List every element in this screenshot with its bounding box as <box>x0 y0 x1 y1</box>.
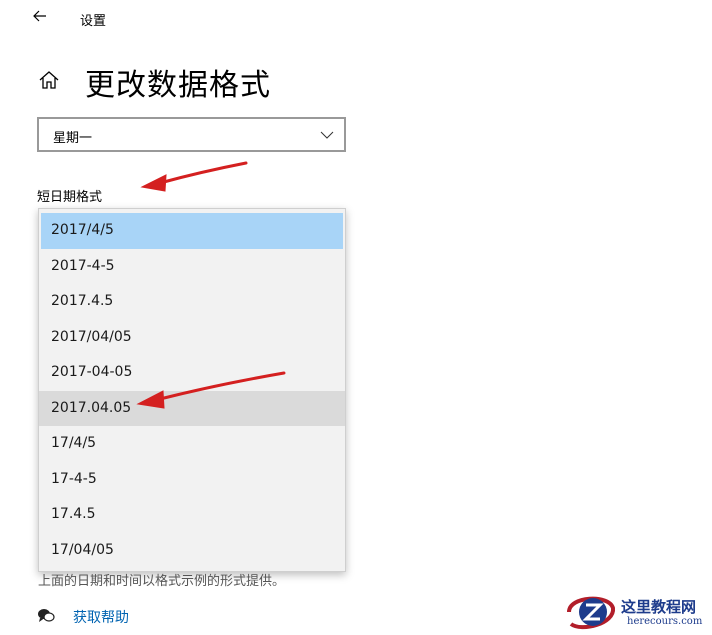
window-title: 设置 <box>80 14 107 29</box>
annotation-arrow-1 <box>158 161 248 185</box>
dropdown-option[interactable]: 2017.4.5 <box>39 284 345 320</box>
first-day-of-week-select[interactable]: 星期一 <box>37 117 346 152</box>
dropdown-option[interactable]: 17/04/05 <box>39 533 345 569</box>
site-watermark: 这里教程网 herecours.com <box>563 590 712 635</box>
short-date-dropdown-list[interactable]: 2017/4/5 2017-4-5 2017.4.5 2017/04/05 20… <box>38 208 346 572</box>
dropdown-option[interactable]: 2017/04/05 <box>39 320 345 356</box>
back-arrow-icon <box>33 10 46 22</box>
chat-help-icon <box>38 609 55 622</box>
get-help-link[interactable]: 获取帮助 <box>73 607 129 627</box>
watermark-logo-icon <box>567 596 615 630</box>
dropdown-option[interactable]: 2017-4-5 <box>39 249 345 285</box>
dropdown-option[interactable]: 2017-04-05 <box>39 355 345 391</box>
dropdown-option[interactable]: 17/4/5 <box>39 426 345 462</box>
format-footnote: 上面的日期和时间以格式示例的形式提供。 <box>38 574 286 589</box>
page-title: 更改数据格式 <box>85 68 271 103</box>
dropdown-option[interactable]: 17.4.5 <box>39 497 345 533</box>
watermark-url: herecours.com <box>627 616 703 627</box>
dropdown-option[interactable]: 17-4-5 <box>39 462 345 498</box>
back-button[interactable] <box>30 6 50 26</box>
annotation-arrowhead-1 <box>140 174 167 192</box>
chevron-down-icon <box>320 131 334 139</box>
title-bar: 设置 <box>0 0 712 34</box>
dropdown-option[interactable]: 2017.04.05 <box>39 390 345 426</box>
dropdown-option[interactable]: 2017/4/5 <box>41 213 343 249</box>
first-day-select-value: 星期一 <box>53 131 93 146</box>
home-icon <box>37 68 61 92</box>
watermark-title: 这里教程网 <box>621 598 697 616</box>
short-date-format-label: 短日期格式 <box>37 190 103 205</box>
